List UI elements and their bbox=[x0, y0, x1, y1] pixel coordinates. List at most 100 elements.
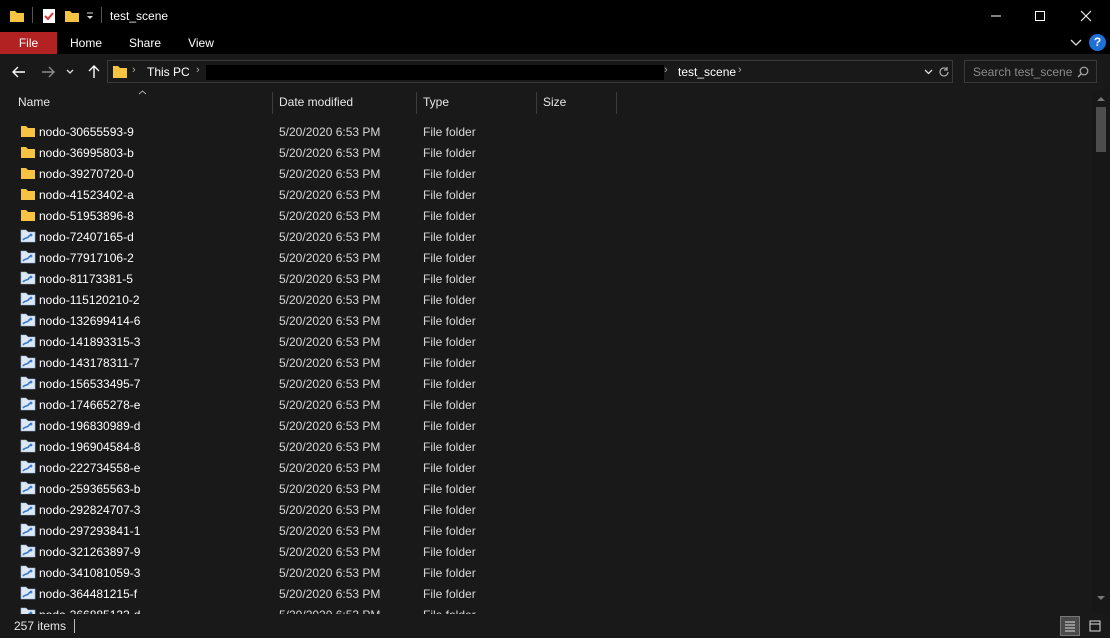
help-icon[interactable]: ? bbox=[1089, 34, 1106, 51]
file-name[interactable]: nodo-156533495-7 bbox=[39, 377, 140, 391]
file-name[interactable]: nodo-41523402-a bbox=[39, 188, 134, 202]
file-row[interactable]: nodo-39270720-0 5/20/2020 6:53 PM File fol… bbox=[0, 163, 1092, 184]
file-row[interactable]: nodo-222734558-e 5/20/2020 6:53 PM File fo… bbox=[0, 457, 1092, 478]
file-row[interactable]: nodo-143178311-7 5/20/2020 6:53 PM File fo… bbox=[0, 352, 1092, 373]
column-name[interactable]: Name bbox=[18, 90, 50, 115]
file-row[interactable]: nodo-141893315-3 5/20/2020 6:53 PM File fo… bbox=[0, 331, 1092, 352]
file-row[interactable]: nodo-297293841-1 5/20/2020 6:53 PM File fo… bbox=[0, 520, 1092, 541]
column-type[interactable]: Type bbox=[423, 90, 449, 115]
address-bar[interactable]: › This PC › › test_scene › bbox=[107, 60, 953, 83]
file-name[interactable]: nodo-30655593-9 bbox=[39, 125, 134, 139]
vertical-scrollbar[interactable] bbox=[1092, 90, 1110, 614]
file-name[interactable]: nodo-72407165-d bbox=[39, 230, 134, 244]
shared-folder-icon bbox=[20, 459, 36, 475]
refresh-button[interactable] bbox=[937, 61, 951, 82]
search-icon[interactable] bbox=[1077, 66, 1089, 78]
scrollbar-thumb[interactable] bbox=[1096, 107, 1106, 152]
file-row[interactable]: nodo-196904584-8 5/20/2020 6:53 PM File fo… bbox=[0, 436, 1092, 457]
file-name[interactable]: nodo-292824707-3 bbox=[39, 503, 140, 517]
file-row[interactable]: nodo-341081059-3 5/20/2020 6:53 PM File fo… bbox=[0, 562, 1092, 583]
properties-icon[interactable] bbox=[41, 7, 57, 25]
file-row[interactable]: nodo-292824707-3 5/20/2020 6:53 PM File fo… bbox=[0, 499, 1092, 520]
details-view-button[interactable] bbox=[1060, 616, 1080, 636]
file-row[interactable]: nodo-366885133-d5/20/2020 6:53 PMFile fo… bbox=[0, 604, 1092, 614]
up-button[interactable] bbox=[84, 62, 104, 82]
file-row[interactable]: nodo-81173381-5 5/20/2020 6:53 PM File fol… bbox=[0, 268, 1092, 289]
customize-toolbar-icon[interactable] bbox=[85, 7, 95, 25]
file-row[interactable]: nodo-30655593-9 5/20/2020 6:53 PM File fol… bbox=[0, 121, 1092, 142]
file-row[interactable]: nodo-41523402-a 5/20/2020 6:53 PM File fol… bbox=[0, 184, 1092, 205]
file-row[interactable]: nodo-364481215-f 5/20/2020 6:53 PM File fo… bbox=[0, 583, 1092, 604]
tab-file[interactable]: File bbox=[0, 32, 57, 54]
address-history-button[interactable] bbox=[921, 61, 935, 82]
file-name[interactable]: nodo-115120210-2 bbox=[39, 293, 140, 307]
file-row[interactable]: nodo-156533495-7 5/20/2020 6:53 PM File fo… bbox=[0, 373, 1092, 394]
close-button[interactable] bbox=[1063, 0, 1109, 32]
breadcrumb-this-pc[interactable]: This PC bbox=[147, 65, 190, 79]
file-name[interactable]: nodo-174665278-e bbox=[39, 398, 140, 412]
maximize-button[interactable] bbox=[1017, 0, 1063, 32]
tab-home[interactable]: Home bbox=[64, 32, 108, 54]
file-name[interactable]: nodo-297293841-1 bbox=[39, 524, 140, 538]
shared-folder-icon bbox=[20, 312, 36, 328]
shared-folder-icon bbox=[20, 291, 36, 307]
folder-icon bbox=[9, 7, 25, 25]
file-name[interactable]: nodo-51953896-8 bbox=[39, 209, 134, 223]
file-date-modified: 5/20/2020 6:53 PM bbox=[279, 272, 381, 286]
file-row[interactable]: nodo-196830989-d 5/20/2020 6:53 PM File fo… bbox=[0, 415, 1092, 436]
file-date-modified: 5/20/2020 6:53 PM bbox=[279, 377, 381, 391]
file-name[interactable]: nodo-39270720-0 bbox=[39, 167, 134, 181]
file-name[interactable]: nodo-321263897-9 bbox=[39, 545, 140, 559]
file-name[interactable]: nodo-196904584-8 bbox=[39, 440, 140, 454]
scroll-down-icon[interactable] bbox=[1097, 596, 1105, 601]
file-row[interactable]: nodo-51953896-8 5/20/2020 6:53 PM File fol… bbox=[0, 205, 1092, 226]
file-name[interactable]: nodo-259365563-b bbox=[39, 482, 140, 496]
file-name[interactable]: nodo-141893315-3 bbox=[39, 335, 140, 349]
recent-locations-button[interactable] bbox=[63, 62, 77, 82]
column-divider[interactable] bbox=[272, 92, 273, 114]
file-date-modified: 5/20/2020 6:53 PM bbox=[279, 167, 381, 181]
file-row[interactable]: nodo-115120210-2 5/20/2020 6:53 PM File fo… bbox=[0, 289, 1092, 310]
large-icons-view-button[interactable] bbox=[1085, 616, 1105, 636]
file-row[interactable]: nodo-132699414-6 5/20/2020 6:53 PM File fo… bbox=[0, 310, 1092, 331]
file-row[interactable]: nodo-77917106-2 5/20/2020 6:53 PM File fol… bbox=[0, 247, 1092, 268]
shared-folder-icon bbox=[20, 354, 36, 370]
file-name[interactable]: nodo-364481215-f bbox=[39, 587, 137, 601]
tab-share[interactable]: Share bbox=[124, 32, 166, 54]
expand-ribbon-button[interactable] bbox=[1068, 35, 1084, 51]
file-row[interactable]: nodo-174665278-e 5/20/2020 6:53 PM File fo… bbox=[0, 394, 1092, 415]
tab-view[interactable]: View bbox=[182, 32, 220, 54]
search-input[interactable] bbox=[965, 61, 1075, 82]
back-button[interactable] bbox=[9, 62, 29, 82]
file-name[interactable]: nodo-143178311-7 bbox=[39, 356, 140, 370]
file-name[interactable]: nodo-196830989-d bbox=[39, 419, 140, 433]
file-name[interactable]: nodo-222734558-e bbox=[39, 461, 140, 475]
file-type: File folder bbox=[423, 146, 476, 160]
file-name[interactable]: nodo-77917106-2 bbox=[39, 251, 134, 265]
file-row[interactable]: nodo-36995803-b 5/20/2020 6:53 PM File fol… bbox=[0, 142, 1092, 163]
file-name[interactable]: nodo-341081059-3 bbox=[39, 566, 140, 580]
forward-button[interactable] bbox=[38, 62, 58, 82]
breadcrumb-current[interactable]: test_scene bbox=[678, 65, 736, 79]
column-divider[interactable] bbox=[616, 92, 617, 114]
file-name[interactable]: nodo-36995803-b bbox=[39, 146, 134, 160]
minimize-icon bbox=[991, 15, 1001, 17]
file-type: File folder bbox=[423, 167, 476, 181]
file-type: File folder bbox=[423, 461, 476, 475]
new-folder-icon[interactable] bbox=[64, 7, 80, 25]
scroll-up-icon[interactable] bbox=[1097, 96, 1105, 101]
column-divider[interactable] bbox=[536, 92, 537, 114]
column-size[interactable]: Size bbox=[543, 90, 566, 115]
file-row[interactable]: nodo-321263897-9 5/20/2020 6:53 PM File fo… bbox=[0, 541, 1092, 562]
file-row[interactable]: nodo-259365563-b 5/20/2020 6:53 PM File fo… bbox=[0, 478, 1092, 499]
column-divider[interactable] bbox=[416, 92, 417, 114]
minimize-button[interactable] bbox=[973, 0, 1019, 32]
file-row[interactable]: nodo-72407165-d 5/20/2020 6:53 PM File fol… bbox=[0, 226, 1092, 247]
file-type: File folder bbox=[423, 188, 476, 202]
file-date-modified: 5/20/2020 6:53 PM bbox=[279, 398, 381, 412]
column-date-modified[interactable]: Date modified bbox=[279, 90, 353, 115]
file-date-modified: 5/20/2020 6:53 PM bbox=[279, 461, 381, 475]
file-name[interactable]: nodo-132699414-6 bbox=[39, 314, 140, 328]
details-view-icon bbox=[1065, 621, 1075, 632]
file-name[interactable]: nodo-81173381-5 bbox=[39, 272, 133, 286]
